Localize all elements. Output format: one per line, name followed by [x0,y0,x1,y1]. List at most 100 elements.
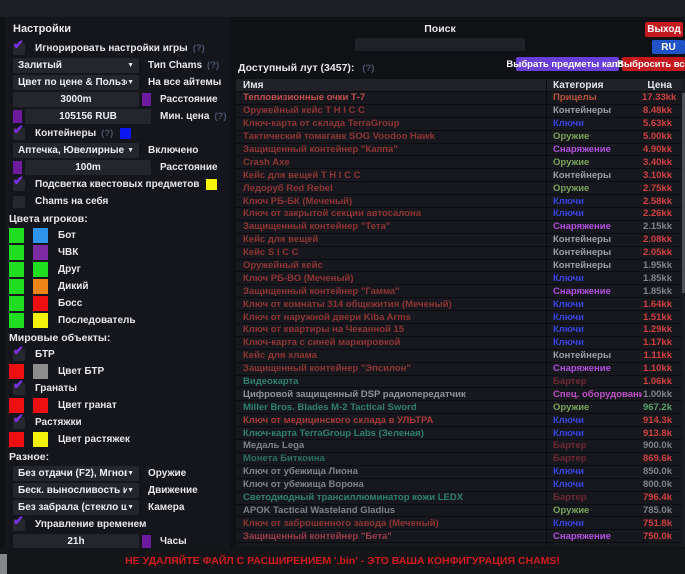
dropdown[interactable]: Цвет по цене & Пользователь▼ [13,75,139,90]
table-row[interactable]: ВидеокартаБартер1.06kk [236,376,685,389]
table-row[interactable]: Ключ от убежища ВоронаКлючи800.0k [236,479,685,492]
color-swatch[interactable] [9,432,24,447]
checkbox[interactable]: ✔ [13,43,25,55]
dropdown-value: Залитый [18,60,62,71]
table-row[interactable]: Ключ от квартиры на Чеканной 15Ключи1.29… [236,324,685,337]
table-row[interactable]: Кейс для вещей T H I C CКонтейнеры3.10kk [236,169,685,182]
table-row[interactable]: Ключ РБ-БК (Меченый)Ключи2.58kk [236,195,685,208]
color-swatch[interactable] [9,228,24,243]
color-swatch[interactable] [33,432,48,447]
language-button[interactable]: RU [652,40,685,54]
column-header-name[interactable]: Имя [236,80,546,91]
table-row[interactable]: Защищенный контейнер "Гамма"Снаряжение1.… [236,285,685,298]
table-row[interactable]: Ключ-карта с синей маркировкойКлючи1.17k… [236,337,685,350]
text-input[interactable]: 21h [13,534,139,548]
help-icon[interactable]: (?) [207,60,219,71]
color-swatch[interactable] [33,245,48,260]
color-swatch[interactable] [9,296,24,311]
table-row[interactable]: Медаль LegaБартер900.0k [236,440,685,453]
color-pair-row: Цвет БТР [5,363,230,380]
dropdown[interactable]: Аптечка, Ювелирные и...▼ [13,143,139,158]
search-input[interactable] [355,38,525,51]
color-swatch[interactable] [33,313,48,328]
color-swatch[interactable] [142,93,151,106]
checkbox[interactable]: ✔ [13,179,25,191]
drop-all-button[interactable]: Выбросить все [622,57,685,71]
table-row[interactable]: Ключ от наружной двери Kiba ArmsКлючи1.5… [236,311,685,324]
help-icon[interactable]: (?) [193,43,205,54]
table-row[interactable]: Кейс S I C CКонтейнеры2.05kk [236,247,685,260]
color-swatch[interactable] [206,179,217,190]
column-header-price[interactable]: Цена [642,80,685,91]
item-price: 900.0k [642,440,685,451]
table-row[interactable]: Кейс для хламаКонтейнеры1.11kk [236,350,685,363]
chevron-down-icon: ▼ [127,470,134,477]
table-row[interactable]: Ключ РБ-ВО (Меченый)Ключи1.85kk [236,272,685,285]
help-icon[interactable]: (?) [101,128,113,139]
color-swatch[interactable] [9,313,24,328]
item-category: Ключи [546,311,642,323]
text-input[interactable]: 100m [25,160,151,175]
table-row[interactable]: Ключ от убежища ЛионаКлючи850.0k [236,466,685,479]
checkbox[interactable]: ✔ [13,417,25,429]
checkbox[interactable]: ✔ [13,383,25,395]
table-row[interactable]: Защищенный контейнер "Тета"Снаряжение2.1… [236,221,685,234]
color-swatch[interactable] [120,128,131,139]
text-input[interactable]: 3000m [13,92,139,107]
table-row[interactable]: Miller Bros. Blades M-2 Tactical SwordОр… [236,401,685,414]
table-row[interactable]: APOK Tactical Wasteland GladiusОружие785… [236,505,685,518]
item-category: Ключи [546,208,642,220]
color-swatch[interactable] [9,245,24,260]
table-row[interactable]: Светодиодный трансиллюминатор кожи LEDXБ… [236,492,685,505]
select-kappa-items-button[interactable]: Выбрать предметы каппа [516,57,619,71]
table-row[interactable]: Тепловизионные очки Т-7Прицелы17.33kk [236,92,685,105]
color-swatch[interactable] [33,228,48,243]
table-row[interactable]: Оружейный кейсКонтейнеры1.95kk [236,260,685,273]
help-icon[interactable]: (?) [214,111,226,122]
text-input[interactable]: 105156 RUB [25,109,151,124]
table-row[interactable]: Ледоруб Red RebelОружие2.75kk [236,182,685,195]
dropdown[interactable]: Беск. выносливость и нет уста▼ [13,483,139,498]
help-icon[interactable]: (?) [362,63,374,74]
table-row[interactable]: Оружейный кейс T H I C CКонтейнеры8.48kk [236,105,685,118]
control-label: Оружие [148,468,186,479]
column-header-category[interactable]: Категория [546,79,642,91]
color-swatch[interactable] [33,279,48,294]
color-swatch[interactable] [33,262,48,277]
checkbox[interactable]: ✔ [13,128,25,140]
color-pair-row: Последователь [5,312,230,329]
dropdown[interactable]: Без отдачи (F2), Мгновенное п▼ [13,466,139,481]
exit-button[interactable]: Выход [645,22,683,37]
color-swatch[interactable] [9,262,24,277]
color-swatch[interactable] [9,279,24,294]
table-row[interactable]: Кейс для вещейКонтейнеры2.08kk [236,234,685,247]
checkbox[interactable]: ✔ [13,349,25,361]
table-row[interactable]: Цифровой защищенный DSP радиопередатчикС… [236,388,685,401]
color-swatch[interactable] [33,398,48,413]
checkbox[interactable] [13,196,25,208]
table-row[interactable]: Защищенный контейнер "Эпсилон"Снаряжение… [236,363,685,376]
table-row[interactable]: Crash AxeОружие3.40kk [236,156,685,169]
dropdown[interactable]: Без забрала (стекло шлема)▼ [13,500,139,515]
table-row[interactable]: Защищенный контейнер "Бета"Снаряжение750… [236,530,685,543]
color-swatch[interactable] [33,296,48,311]
item-category: Оружие [546,131,642,143]
dropdown[interactable]: Залитый▼ [13,58,139,73]
table-row[interactable]: Монета БиткоинаБартер869.6k [236,453,685,466]
checkbox[interactable]: ✔ [13,519,25,531]
item-category: Ключи [546,466,642,478]
table-row[interactable]: Тактический томагавк SOG Voodoo HawkОруж… [236,131,685,144]
table-row[interactable]: Ключ-карта от склада TerraGroupКлючи5.63… [236,118,685,131]
table-row[interactable]: Ключ от заброшенного завода (Меченый)Клю… [236,517,685,530]
table-row[interactable]: Ключ-карта TerraGroup Labs (Зеленая)Ключ… [236,427,685,440]
table-row[interactable] [236,543,685,547]
table-row[interactable]: Ключ от закрытой секции автосалонаКлючи2… [236,208,685,221]
color-swatch[interactable] [33,364,48,379]
table-row[interactable]: Защищенный контейнер "Каппа"Снаряжение4.… [236,144,685,157]
section-row: Мировые объекты: [5,329,230,346]
item-price: 8.48kk [642,105,685,116]
table-row[interactable]: Ключ от медицинского склада в УЛЬТРАКлюч… [236,414,685,427]
item-price: 1.64kk [642,299,685,310]
color-swatch[interactable] [142,535,151,548]
table-row[interactable]: Ключ от комнаты 314 общежития (Меченый)К… [236,298,685,311]
